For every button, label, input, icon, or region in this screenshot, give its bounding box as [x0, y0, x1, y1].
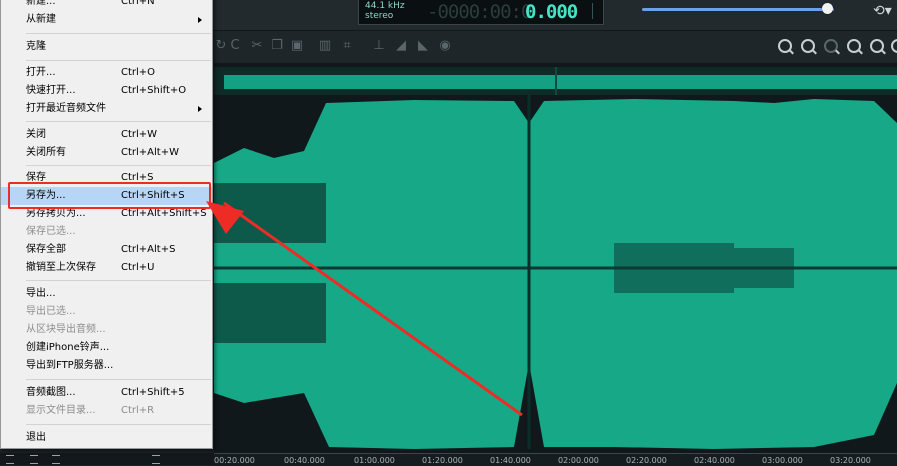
display-mode-icon[interactable] [592, 3, 599, 19]
fade-out-icon[interactable]: ◣ [416, 39, 430, 53]
waveform-view[interactable] [214, 63, 897, 453]
zoom-selection-icon[interactable] [824, 39, 838, 53]
redo-icon[interactable]: ↻ [214, 39, 228, 53]
menu-separator [26, 121, 211, 122]
timeline-tick: 03:20.000 [830, 456, 871, 465]
menu-separator [26, 379, 211, 380]
menu-item-open[interactable]: 打开... Ctrl+O [1, 64, 212, 82]
screen-icon[interactable] [152, 455, 160, 464]
list-view-icon[interactable] [6, 455, 14, 464]
zoom-fit-icon[interactable] [847, 39, 861, 53]
zoom-in-icon[interactable] [778, 39, 792, 53]
menu-item-audio-screenshot[interactable]: 音频截图... Ctrl+Shift+5 [1, 384, 212, 402]
menu-item-export-ftp[interactable]: 导出到FTP服务器... [1, 357, 212, 375]
timeline-tick: 00:40.000 [284, 456, 325, 465]
timeline-tick: 02:40.000 [694, 456, 735, 465]
normalize-icon[interactable]: ◉ [438, 39, 452, 53]
time-display: 44.1 kHz stereo -0000:00:0 0.000 [358, 0, 604, 25]
menu-item-close-all[interactable]: 关闭所有 Ctrl+Alt+W [1, 144, 212, 162]
menu-item-export-selection[interactable]: 导出已选... [1, 303, 212, 321]
timeline-tick: 02:20.000 [626, 456, 667, 465]
menu-separator [26, 280, 211, 281]
cut-icon[interactable]: ✂ [250, 39, 264, 53]
timeline-tick: 02:00.000 [558, 456, 599, 465]
volume-slider-knob[interactable] [822, 3, 833, 14]
menu-item-clone[interactable]: 克隆 [1, 38, 212, 56]
menu-item-create-ringtone[interactable]: 创建iPhone铃声... [1, 339, 212, 357]
zoom-more-icon[interactable] [891, 39, 897, 53]
timeline-tick: 00:20.000 [214, 456, 255, 465]
zoom-out-icon[interactable] [801, 39, 815, 53]
timeline-ruler[interactable]: 00:20.000 00:40.000 01:00.000 01:20.000 … [214, 453, 897, 466]
highlight-box [8, 182, 211, 209]
menu-separator [26, 424, 211, 425]
detail-view-icon[interactable] [30, 455, 38, 464]
timeline-tick: 01:40.000 [490, 456, 531, 465]
submenu-arrow-icon [198, 106, 202, 112]
menu-item-revert[interactable]: 撤销至上次保存 Ctrl+U [1, 259, 212, 277]
menu-item-save-all[interactable]: 保存全部 Ctrl+Alt+S [1, 241, 212, 259]
menu-item-export-from-region[interactable]: 从区块导出音频... [1, 321, 212, 339]
trim-icon[interactable]: ⊥ [372, 39, 386, 53]
menu-item-export[interactable]: 导出... [1, 285, 212, 303]
menu-item-show-in-folder[interactable]: 显示文件目录... Ctrl+R [1, 402, 212, 420]
sample-rate: 44.1 kHz [365, 1, 405, 11]
submenu-arrow-icon [198, 17, 202, 23]
menu-separator [26, 60, 211, 61]
menu-item-save-selection[interactable]: 保存已选... [1, 223, 212, 241]
repeat-icon[interactable]: C [228, 39, 242, 53]
menu-separator [26, 165, 211, 166]
timeline-tick: 03:00.000 [762, 456, 803, 465]
file-menu: 新建... Ctrl+N 从新建 克隆 打开... Ctrl+O 快速打开...… [0, 0, 213, 449]
fade-in-icon[interactable]: ◢ [394, 39, 408, 53]
copy-icon[interactable]: ❐ [270, 39, 284, 53]
menu-item-new[interactable]: 新建... Ctrl+N [1, 0, 212, 11]
menu-separator [26, 33, 211, 34]
channel-mode: stereo [365, 11, 394, 21]
zoom-full-icon[interactable] [870, 39, 884, 53]
menu-item-close[interactable]: 关闭 Ctrl+W [1, 126, 212, 144]
edit-toolbar: ↻ C ✂ ❐ ▣ ▥ ⌗ ⊥ ◢ ◣ ◉ [214, 31, 897, 63]
timeline-tick: 01:00.000 [354, 456, 395, 465]
time-ghost-digits: -0000:00:0 [427, 1, 532, 23]
timeline-tick: 01:20.000 [422, 456, 463, 465]
grid-view-icon[interactable] [52, 455, 60, 464]
history-icon[interactable]: ⟲▾ [873, 2, 897, 20]
status-bar [0, 453, 214, 465]
crop-icon[interactable]: ⌗ [340, 39, 354, 53]
menu-item-open-recent[interactable]: 打开最近音频文件 [1, 100, 212, 118]
paste-icon[interactable]: ▣ [290, 39, 304, 53]
menu-item-new-from[interactable]: 从新建 [1, 11, 212, 29]
menu-item-quick-open[interactable]: 快速打开... Ctrl+Shift+O [1, 82, 212, 100]
time-value: 0.000 [525, 1, 578, 23]
menu-item-exit[interactable]: 退出 [1, 429, 212, 447]
waveform-track [214, 93, 897, 449]
volume-slider[interactable] [642, 8, 834, 11]
delete-icon[interactable]: ▥ [318, 39, 332, 53]
